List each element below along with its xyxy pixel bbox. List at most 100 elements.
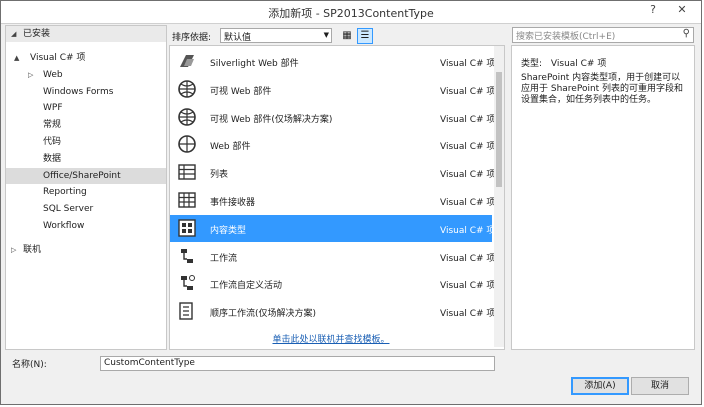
name-input[interactable]: CustomContentType — [100, 356, 495, 371]
tree-node[interactable]: WPF — [6, 100, 166, 116]
template-name: Web 部件 — [210, 142, 251, 153]
template-type: Visual C# 项 — [440, 114, 496, 125]
tree-node[interactable]: Reporting — [6, 184, 166, 200]
template-list: Silverlight Web 部件 Visual C# 项可视 Web 部件 Vi… — [169, 45, 505, 350]
tree-node-installed[interactable]: ◢ 已安装 — [6, 26, 166, 42]
sequential-workflow-icon — [177, 301, 197, 321]
search-icon[interactable]: ⚲ — [683, 28, 690, 39]
template-row[interactable]: 工作流自定义活动 Visual C# 项 — [170, 270, 496, 297]
template-type: Visual C# 项 — [440, 198, 496, 208]
template-row[interactable]: 列表 Visual C# 项 — [170, 159, 496, 186]
template-row[interactable]: 可视 Web 部件(仅场解决方案) Visual C# 项 — [170, 104, 496, 131]
title-bar: 添加新项 - SP2013ContentType ? ✕ — [1, 1, 701, 24]
name-input-value: CustomContentType — [104, 358, 195, 368]
name-label: 名称(N): — [12, 360, 47, 370]
webpart-icon — [177, 134, 197, 154]
add-button[interactable]: 添加(A) — [571, 377, 629, 395]
silverlight-webpart-icon — [177, 51, 197, 71]
template-name: Silverlight Web 部件 — [210, 59, 299, 69]
tree-node[interactable]: 常规 — [6, 117, 166, 133]
sort-value: 默认值 — [224, 33, 252, 43]
template-type: Visual C# 项 — [440, 142, 496, 153]
workflow-icon — [177, 246, 197, 266]
tree-node[interactable]: Workflow — [6, 218, 166, 234]
list-toolbar: 排序依据: 默认值 ▼ ▦ ☰ — [169, 25, 503, 45]
type-line: 类型: Visual C# 项 — [521, 56, 606, 69]
tree-node[interactable]: SQL Server — [6, 201, 166, 217]
collapse-arrow-icon[interactable]: ▲ — [14, 50, 19, 66]
content-type-icon — [177, 218, 197, 238]
template-row[interactable]: 顺序工作流(仅场解决方案) Visual C# 项 — [170, 298, 496, 325]
tree-node-label: 代码 — [43, 137, 62, 147]
template-name: 列表 — [210, 170, 229, 181]
tree-node-label: Office/SharePoint — [43, 170, 121, 181]
close-button[interactable]: ✕ — [667, 1, 697, 19]
list-icon — [177, 162, 197, 182]
details-pane: 类型: Visual C# 项 SharePoint 内容类型项，用于创建可以应… — [511, 45, 695, 350]
small-icons-view-icon[interactable]: ▦ — [339, 28, 355, 44]
tree-node-label: Web — [43, 69, 63, 80]
tree-node-label: SQL Server — [43, 204, 94, 215]
template-name: 顺序工作流(仅场解决方案) — [210, 309, 317, 320]
tree-node-online[interactable]: ▷ 联机 — [6, 242, 166, 258]
tree-node[interactable]: 数据 — [6, 151, 166, 167]
template-type: Visual C# 项 — [440, 86, 496, 97]
visual-webpart-icon — [177, 79, 197, 99]
tree-node[interactable]: ▲ Visual C# 项 — [6, 50, 166, 66]
expand-arrow-icon[interactable]: ▷ — [28, 67, 33, 83]
tree-node[interactable]: Windows Forms — [6, 84, 166, 100]
sort-dropdown[interactable]: 默认值 ▼ — [220, 28, 332, 43]
tree-node[interactable]: Office/SharePoint — [6, 167, 166, 184]
tree-node[interactable]: ▷ Web — [6, 67, 166, 83]
tree-node-label: 数据 — [43, 153, 62, 164]
template-type: Visual C# 项 — [440, 253, 496, 264]
event-receiver-icon — [177, 190, 197, 210]
dialog-title: 添加新项 - SP2013ContentType — [268, 7, 434, 20]
tree-node-label: WPF — [43, 103, 63, 114]
scrollbar-thumb[interactable] — [496, 72, 502, 187]
tree-node-label: 常规 — [43, 120, 62, 131]
chevron-down-icon: ▼ — [323, 31, 329, 39]
online-templates-link[interactable]: 单击此处以联机并查找模板。 — [170, 332, 492, 345]
expand-arrow-icon[interactable]: ▷ — [11, 242, 16, 258]
template-name: 可视 Web 部件(仅场解决方案) — [210, 114, 333, 125]
template-row[interactable]: 工作流 Visual C# 项 — [170, 243, 496, 270]
template-description: SharePoint 内容类型项，用于创建可以应用于 SharePoint 列表… — [521, 73, 684, 105]
type-label: 类型: — [521, 59, 543, 69]
cancel-button[interactable]: 取消 — [631, 377, 689, 395]
template-name: 内容类型 — [210, 225, 247, 236]
collapse-arrow-icon[interactable]: ◢ — [11, 26, 16, 42]
template-type: Visual C# 项 — [440, 309, 496, 320]
vertical-scrollbar[interactable] — [494, 46, 504, 347]
sort-label: 排序依据: — [172, 33, 212, 43]
type-value: Visual C# 项 — [550, 59, 607, 69]
template-category-tree: ◢ 已安装 ▲ Visual C# 项 ▷ Web Windows Forms WPF 常规… — [5, 25, 167, 350]
template-row[interactable]: 事件接收器 Visual C# 项 — [170, 187, 496, 214]
tree-node-label: 联机 — [23, 245, 42, 255]
template-row[interactable]: 内容类型 Visual C# 项 — [170, 214, 496, 242]
template-name: 工作流 — [210, 253, 238, 264]
help-button[interactable]: ? — [639, 1, 667, 19]
template-type: Visual C# 项 — [440, 59, 496, 69]
template-type: Visual C# 项 — [440, 225, 496, 236]
template-type: Visual C# 项 — [440, 170, 496, 181]
search-box[interactable]: 搜索已安装模板(Ctrl+E) ⚲ — [512, 27, 694, 43]
template-name: 可视 Web 部件 — [210, 86, 272, 97]
template-row[interactable]: 可视 Web 部件 Visual C# 项 — [170, 76, 496, 103]
workflow-activity-icon — [177, 273, 197, 293]
tree-node-label: Reporting — [43, 187, 87, 198]
visual-webpart-farm-icon — [177, 107, 197, 127]
template-row[interactable]: Silverlight Web 部件 Visual C# 项 — [170, 48, 496, 75]
tree-node-label: Windows Forms — [43, 86, 114, 97]
template-type: Visual C# 项 — [440, 281, 496, 292]
template-name: 工作流自定义活动 — [210, 281, 283, 292]
template-name: 事件接收器 — [210, 198, 256, 208]
list-view-icon[interactable]: ☰ — [357, 28, 373, 44]
tree-node-label: Workflow — [43, 221, 85, 231]
search-placeholder: 搜索已安装模板(Ctrl+E) — [516, 32, 616, 42]
tree-node[interactable]: 代码 — [6, 134, 166, 150]
tree-node-label: Visual C# 项 — [30, 53, 86, 63]
template-row[interactable]: Web 部件 Visual C# 项 — [170, 131, 496, 158]
tree-node-label: 已安装 — [23, 29, 51, 39]
add-new-item-dialog: 添加新项 - SP2013ContentType ? ✕ ◢ 已安装 ▲ Visu… — [0, 0, 702, 405]
